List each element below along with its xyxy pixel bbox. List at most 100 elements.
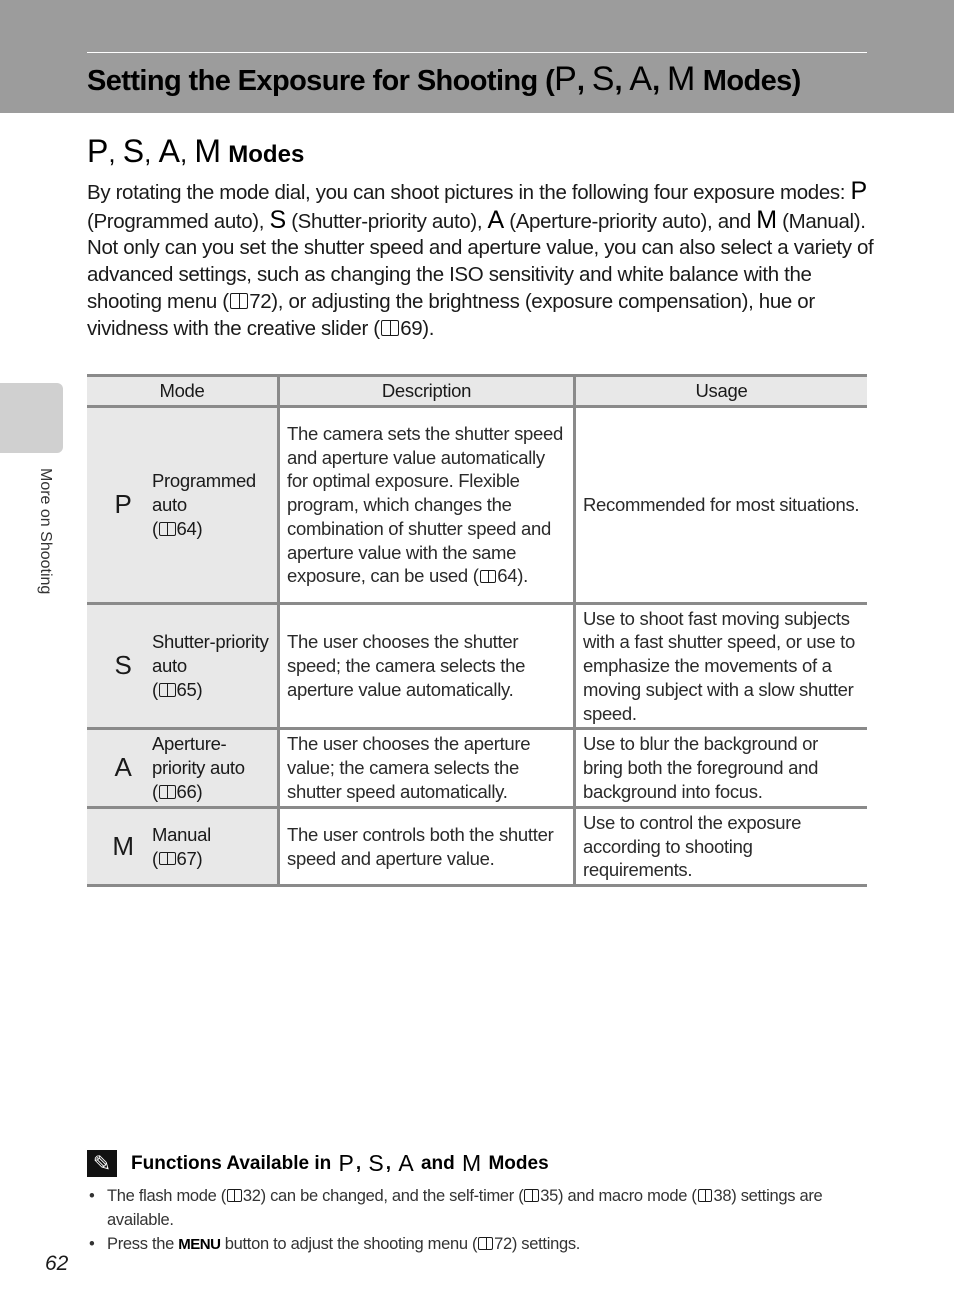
note-heading-text: Functions Available in: [131, 1152, 332, 1174]
book-reference-icon: [478, 1237, 494, 1250]
mode-p-glyph: P: [87, 133, 109, 169]
mode-p-glyph: P: [850, 177, 867, 205]
description-cell: The user controls both the shutter speed…: [277, 807, 575, 887]
book-reference-icon: [380, 320, 400, 336]
mode-a-glyph: A: [629, 60, 653, 98]
section-heading-text: Modes: [228, 141, 305, 168]
mode-cell: M Manual(67): [87, 807, 279, 887]
usage-cell: Recommended for most situations.: [573, 406, 867, 605]
intro-text: By rotating the mode dial, you can shoot…: [87, 178, 877, 342]
list-item: The flash mode ( 32) can be changed, and …: [87, 1184, 847, 1232]
pencil-note-icon: ✎: [87, 1150, 117, 1177]
mode-a-glyph: A: [398, 1150, 414, 1176]
mode-p-glyph: P: [338, 1150, 354, 1176]
intro-text-segment: (Programmed auto),: [87, 209, 265, 233]
chapter-label: More on Shooting: [37, 468, 54, 595]
mode-name-text: Programmed auto: [152, 470, 256, 516]
mode-s-glyph: S: [368, 1150, 384, 1176]
book-reference-icon: [479, 569, 497, 584]
table-row: M Manual(67) The user controls both the …: [87, 807, 867, 887]
mode-s-glyph: S: [269, 205, 287, 234]
mode-m-glyph: M: [194, 133, 222, 169]
page-reference-link[interactable]: 32) can be changed, and the self-timer (: [243, 1187, 524, 1205]
page-reference-link[interactable]: 64: [177, 518, 197, 539]
note-text: Press the: [107, 1235, 174, 1253]
mode-m-glyph: M: [667, 60, 696, 98]
book-reference-icon: [158, 784, 176, 799]
usage-cell: Use to shoot fast moving subjects with a…: [573, 603, 867, 730]
page-title: Setting the Exposure for Shooting (P, S,…: [87, 60, 802, 98]
mode-name: Shutter-priority auto(65): [152, 631, 269, 700]
page-reference-link[interactable]: 35) and macro mode (: [540, 1187, 697, 1205]
note-heading-text: Modes: [488, 1152, 549, 1174]
modes-table: Mode Description Usage P Programmed auto…: [87, 374, 867, 887]
note-text: The flash mode (: [107, 1187, 227, 1205]
mode-name: Manual(67): [152, 823, 211, 869]
book-reference-icon: [697, 1189, 713, 1202]
column-header-mode: Mode: [87, 374, 279, 408]
table-header-row: Mode Description Usage: [87, 374, 867, 408]
usage-cell: Use to blur the background or bring both…: [573, 728, 867, 809]
usage-cell: Use to control the exposure according to…: [573, 807, 867, 887]
title-suffix: Modes): [702, 65, 802, 97]
table-row: S Shutter-priority auto(65) The user cho…: [87, 603, 867, 730]
mode-s-glyph: S: [591, 60, 615, 98]
book-reference-icon: [158, 682, 176, 697]
title-text: Setting the Exposure for Shooting (: [87, 65, 555, 97]
mode-p-icon: P: [114, 489, 132, 520]
menu-button-glyph: MENU: [178, 1236, 221, 1253]
book-reference-icon: [524, 1189, 540, 1202]
page-reference-link[interactable]: 64).: [497, 565, 528, 586]
intro-text-segment: (Aperture-priority auto),: [509, 209, 713, 233]
page-reference-link[interactable]: 69).: [400, 317, 434, 340]
description-cell: The user chooses the shutter speed; the …: [277, 603, 575, 730]
note-heading: ✎ Functions Available in P, S, A and M M…: [87, 1150, 549, 1177]
intro-paragraph-2: Not only can you set the shutter speed a…: [87, 235, 877, 342]
mode-cell: P Programmed auto(64): [87, 406, 279, 605]
book-reference-icon: [158, 521, 176, 536]
book-reference-icon: [227, 1189, 242, 1202]
mode-a-icon: A: [114, 752, 132, 783]
description-cell: The user chooses the aperture value; the…: [277, 728, 575, 809]
page-number: 62: [45, 1252, 69, 1275]
page-reference-link[interactable]: 66: [177, 781, 197, 802]
chapter-side-tab: [0, 383, 63, 453]
list-item: Press the MENU button to adjust the shoo…: [87, 1232, 847, 1257]
mode-m-glyph: M: [756, 205, 777, 234]
note-heading-text: and: [420, 1152, 455, 1174]
mode-cell: A Aperture-priority auto(66): [87, 728, 279, 809]
intro-text-segment: (Shutter-priority auto),: [291, 209, 483, 233]
column-header-usage: Usage: [573, 374, 867, 408]
mode-s-glyph: S: [122, 133, 145, 169]
header-rule: [87, 52, 867, 53]
note-text: button to adjust the shooting menu (: [224, 1235, 478, 1253]
note-list: The flash mode ( 32) can be changed, and …: [87, 1184, 847, 1257]
mode-name-text: Aperture-priority auto: [152, 733, 245, 779]
mode-p-glyph: P: [554, 60, 577, 98]
mode-m-icon: M: [112, 830, 134, 861]
mode-name-text: Shutter-priority auto: [152, 631, 269, 677]
description-text: The camera sets the shutter speed and ap…: [287, 422, 563, 587]
description-cell: The camera sets the shutter speed and ap…: [277, 406, 575, 605]
intro-text-segment: By rotating the mode dial, you can shoot…: [87, 181, 846, 204]
intro-paragraph-1: By rotating the mode dial, you can shoot…: [87, 178, 877, 235]
mode-cell: S Shutter-priority auto(65): [87, 603, 279, 730]
table-row: A Aperture-priority auto(66) The user ch…: [87, 728, 867, 809]
book-reference-icon: [158, 851, 176, 866]
column-header-description: Description: [277, 374, 575, 408]
mode-s-icon: S: [114, 650, 132, 681]
intro-text-segment: and: [717, 209, 752, 233]
mode-name: Aperture-priority auto(66): [152, 733, 245, 802]
mode-name: Programmed auto(64): [152, 470, 256, 539]
page-reference-link[interactable]: 67: [177, 848, 197, 869]
intro-text-segment: (Manual).: [782, 209, 866, 233]
mode-a-glyph: A: [487, 205, 505, 234]
mode-m-glyph: M: [462, 1150, 482, 1176]
page-reference-link[interactable]: 65: [177, 679, 197, 700]
book-reference-icon: [229, 293, 249, 309]
mode-name-text: Manual: [152, 823, 211, 845]
mode-a-glyph: A: [158, 133, 180, 169]
section-heading: P, S, A, M Modes: [87, 133, 305, 169]
table-row: P Programmed auto(64) The camera sets th…: [87, 406, 867, 605]
page-reference-link[interactable]: 72) settings.: [494, 1235, 580, 1253]
